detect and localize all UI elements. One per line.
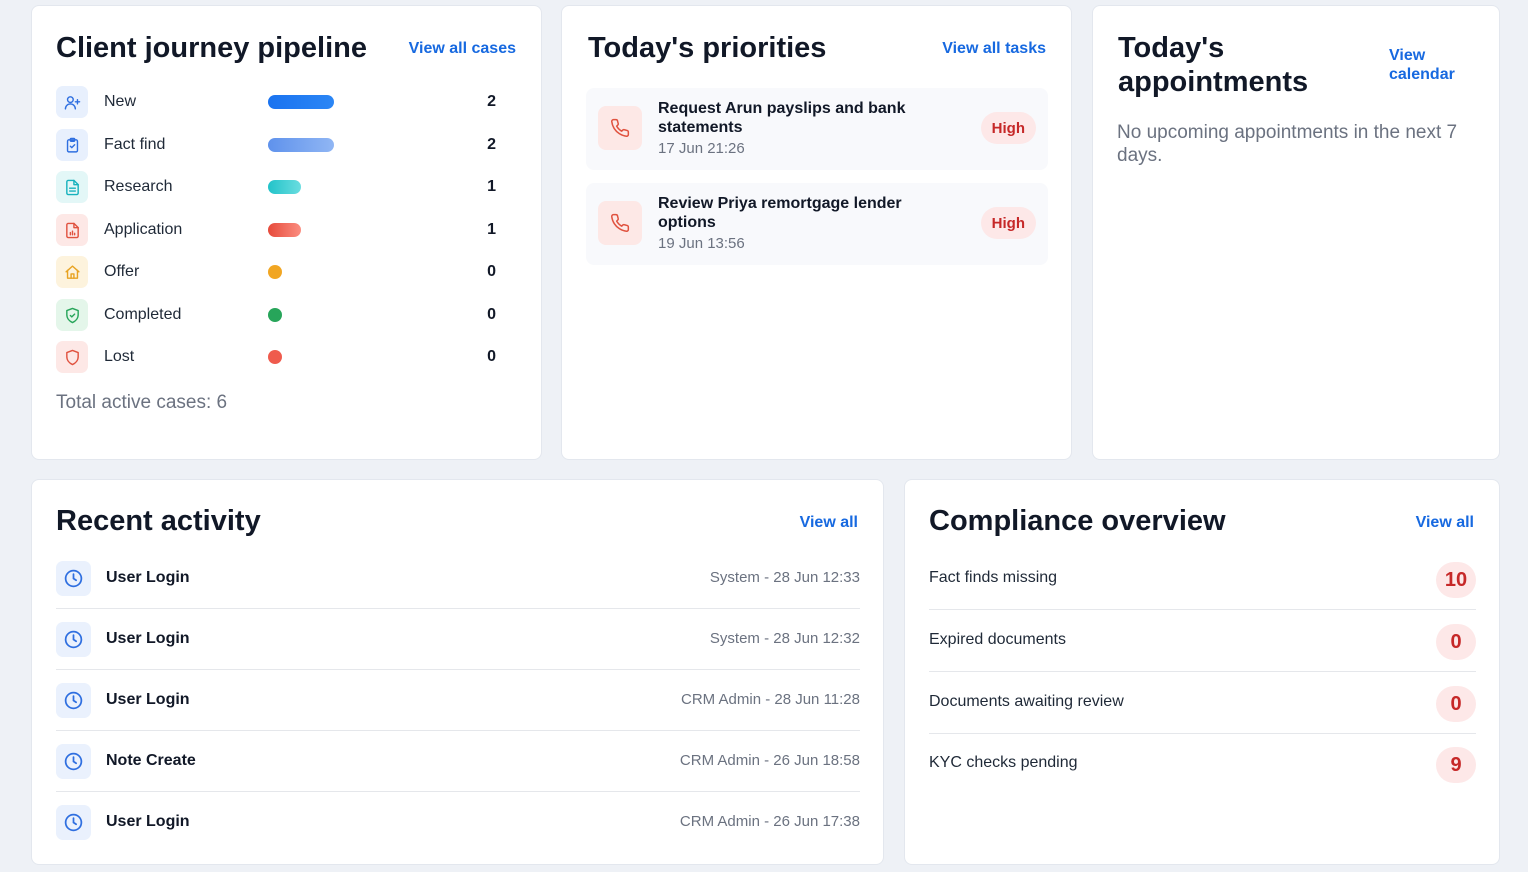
appointments-title-line: Today's <box>1118 32 1225 64</box>
pipeline-bar <box>267 265 282 279</box>
clock-icon <box>56 744 91 779</box>
pipeline-stage-label: Completed <box>104 306 182 323</box>
compliance-card: Compliance overview View all Fact finds … <box>904 479 1500 865</box>
compliance-count-badge: 9 <box>1436 747 1476 783</box>
pipeline-stage-label: Application <box>104 221 183 238</box>
pipeline-card: Client journey pipeline View all cases N… <box>31 5 542 460</box>
activity-item[interactable]: Note Create CRM Admin - 26 Jun 18:58 <box>56 731 860 792</box>
activity-title-text: User Login <box>106 630 190 647</box>
activity-title-text: User Login <box>106 569 190 586</box>
pipeline-total: Total active cases: 6 <box>56 392 228 413</box>
view-calendar-line: calendar <box>1389 66 1455 83</box>
house-icon <box>56 256 88 288</box>
task-time: 17 Jun 21:26 <box>658 140 745 157</box>
pipeline-stage-completed[interactable]: Completed 0 <box>56 299 496 331</box>
pipeline-stage-count: 1 <box>487 178 497 195</box>
shield-icon <box>56 341 88 373</box>
clock-icon <box>56 805 91 840</box>
pipeline-title: Client journey pipeline <box>56 32 367 64</box>
pipeline-stage-label: Offer <box>104 263 140 280</box>
pipeline-stage-lost[interactable]: Lost 0 <box>56 341 496 373</box>
pipeline-stage-count: 0 <box>487 306 497 323</box>
task-time: 19 Jun 13:56 <box>658 235 745 252</box>
activity-meta: System - 28 Jun 12:32 <box>709 630 860 647</box>
activity-meta: CRM Admin - 26 Jun 18:58 <box>679 752 860 769</box>
phone-icon <box>598 106 642 150</box>
compliance-item-expired-documents[interactable]: Expired documents 0 <box>929 610 1476 672</box>
pipeline-stage-count: 2 <box>487 93 497 110</box>
compliance-label: Fact finds missing <box>929 569 1058 586</box>
pipeline-bar <box>267 138 334 152</box>
pipeline-bar <box>267 350 282 364</box>
view-all-tasks-link[interactable]: View all tasks <box>942 39 1046 58</box>
activity-title-text: User Login <box>106 813 190 830</box>
view-all-compliance-link[interactable]: View all <box>1416 513 1474 532</box>
priorities-card: Today's priorities View all tasks Reques… <box>561 5 1072 460</box>
pipeline-stage-count: 0 <box>487 263 497 280</box>
pipeline-stage-label: Lost <box>104 348 135 365</box>
activity-item[interactable]: User Login System - 28 Jun 12:33 <box>56 548 860 609</box>
task-item[interactable]: Review Priya remortgage lender options 1… <box>586 183 1048 265</box>
task-item[interactable]: Request Arun payslips and bank statement… <box>586 88 1048 170</box>
compliance-label: KYC checks pending <box>929 754 1078 771</box>
pipeline-stage-offer[interactable]: Offer 0 <box>56 256 496 288</box>
pipeline-stage-research[interactable]: Research 1 <box>56 171 496 203</box>
activity-meta: CRM Admin - 28 Jun 11:28 <box>681 691 860 708</box>
appointments-title-line: appointments <box>1118 66 1309 98</box>
view-calendar-link[interactable]: View calendar <box>1389 46 1455 84</box>
compliance-count-badge: 0 <box>1436 686 1476 722</box>
pipeline-bar <box>267 308 282 322</box>
clock-icon <box>56 561 91 596</box>
activity-card: Recent activity View all User Login Syst… <box>31 479 884 865</box>
appointments-empty-message: No upcoming appointments in the next 7 d… <box>1117 122 1458 166</box>
view-all-cases-link[interactable]: View all cases <box>409 39 516 58</box>
compliance-item-documents-awaiting-review[interactable]: Documents awaiting review 0 <box>929 672 1476 734</box>
compliance-label: Documents awaiting review <box>929 693 1124 710</box>
pipeline-bar <box>267 223 301 237</box>
pipeline-stage-count: 2 <box>487 136 497 153</box>
compliance-count-badge: 10 <box>1436 562 1476 598</box>
activity-item[interactable]: User Login System - 28 Jun 12:32 <box>56 609 860 670</box>
priority-badge: High <box>980 207 1036 239</box>
clipboard-check-icon <box>56 129 88 161</box>
pipeline-bar <box>267 95 334 109</box>
compliance-label: Expired documents <box>929 631 1066 648</box>
activity-meta: System - 28 Jun 12:33 <box>709 569 860 586</box>
task-title: Review Priya remortgage lender options <box>658 195 902 231</box>
file-chart-icon <box>56 214 88 246</box>
pipeline-stage-label: Fact find <box>104 136 166 153</box>
priorities-title: Today's priorities <box>588 32 827 64</box>
activity-title: Recent activity <box>56 505 261 537</box>
pipeline-stage-fact-find[interactable]: Fact find 2 <box>56 129 496 161</box>
pipeline-stage-count: 0 <box>487 348 497 365</box>
appointments-card: Today's appointments View calendar No up… <box>1092 5 1500 460</box>
shield-check-icon <box>56 299 88 331</box>
clock-icon <box>56 622 91 657</box>
document-text-icon <box>56 171 88 203</box>
compliance-item-fact-finds-missing[interactable]: Fact finds missing 10 <box>929 548 1476 610</box>
activity-meta: CRM Admin - 26 Jun 17:38 <box>679 813 860 830</box>
task-title: Request Arun payslips and bank statement… <box>658 100 906 136</box>
pipeline-stage-new[interactable]: New 2 <box>56 86 496 118</box>
pipeline-stage-count: 1 <box>487 221 497 238</box>
clock-icon <box>56 683 91 718</box>
activity-title-text: Note Create <box>106 752 196 769</box>
pipeline-stage-application[interactable]: Application 1 <box>56 214 496 246</box>
activity-item[interactable]: User Login CRM Admin - 26 Jun 17:38 <box>56 792 860 853</box>
activity-title-text: User Login <box>106 691 190 708</box>
priority-badge: High <box>980 112 1036 144</box>
pipeline-bar <box>267 180 301 194</box>
user-plus-icon <box>56 86 88 118</box>
appointments-title: Today's appointments <box>1118 31 1308 99</box>
view-calendar-line: View <box>1389 47 1426 64</box>
compliance-count-badge: 0 <box>1436 624 1476 660</box>
pipeline-stage-label: New <box>104 93 137 110</box>
activity-item[interactable]: User Login CRM Admin - 28 Jun 11:28 <box>56 670 860 731</box>
compliance-title: Compliance overview <box>929 505 1226 537</box>
compliance-item-kyc-checks-pending[interactable]: KYC checks pending 9 <box>929 733 1476 795</box>
view-all-activity-link[interactable]: View all <box>800 513 858 532</box>
pipeline-stage-label: Research <box>104 178 173 195</box>
phone-icon <box>598 201 642 245</box>
